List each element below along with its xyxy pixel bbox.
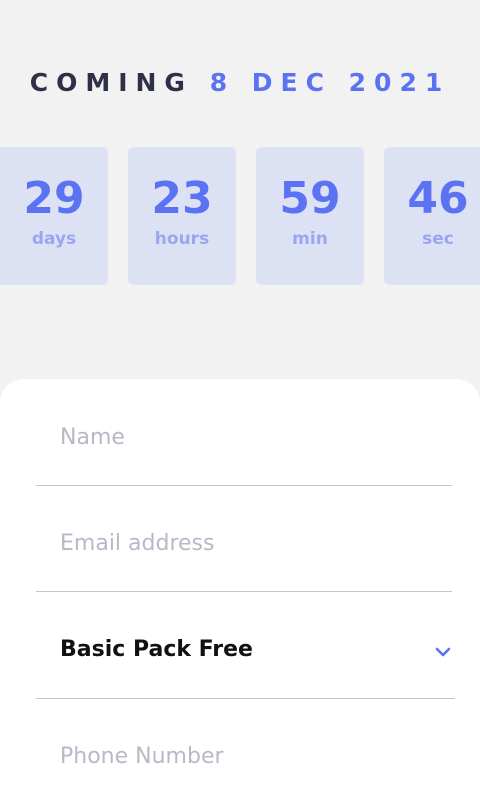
countdown-hours: 23 hours	[128, 147, 236, 285]
email-input[interactable]	[60, 515, 420, 571]
name-input[interactable]	[60, 409, 420, 465]
launch-date: 8 DEC 2021	[209, 68, 451, 97]
chevron-down-icon[interactable]	[433, 642, 453, 662]
countdown-hours-value: 23	[151, 173, 213, 224]
countdown-timer: 29 days 23 hours 59 min 46 sec	[0, 147, 480, 285]
phone-input[interactable]	[60, 728, 420, 784]
email-field	[36, 515, 452, 592]
countdown-hours-label: hours	[154, 229, 210, 249]
phone-field	[36, 728, 452, 785]
headline-prefix: COMING	[29, 68, 193, 97]
plan-select-value: Basic Pack Free	[60, 637, 253, 662]
page: COMING 8 DEC 2021 29 days 23 hours 59 mi…	[0, 0, 480, 785]
launch-headline: COMING 8 DEC 2021	[0, 68, 480, 97]
countdown-seconds-label: sec	[422, 229, 454, 249]
countdown-days: 29 days	[0, 147, 108, 285]
countdown-seconds: 46 sec	[384, 147, 480, 285]
countdown-minutes-value: 59	[279, 173, 341, 224]
countdown-seconds-value: 46	[407, 173, 469, 224]
plan-select[interactable]: Basic Pack Free	[36, 622, 455, 699]
countdown-days-value: 29	[23, 173, 85, 224]
countdown-minutes: 59 min	[256, 147, 364, 285]
countdown-days-label: days	[31, 229, 77, 249]
countdown-minutes-label: min	[292, 229, 328, 249]
signup-form-card: Basic Pack Free	[0, 379, 480, 785]
name-field	[36, 409, 452, 486]
